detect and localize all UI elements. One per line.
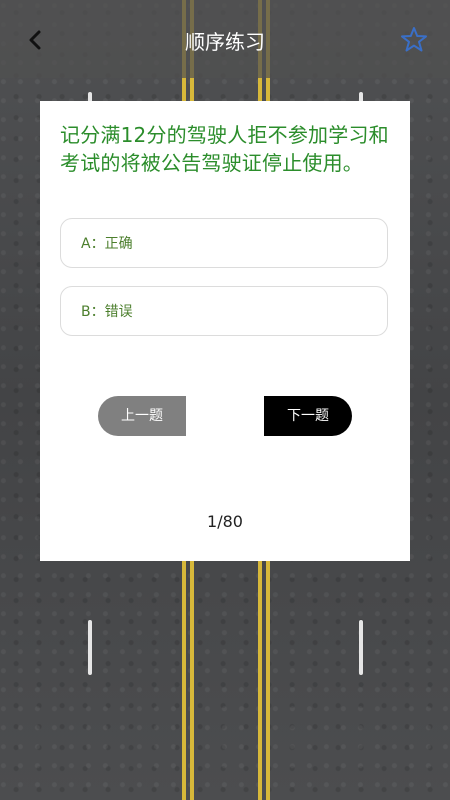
star-icon: [401, 27, 427, 52]
lane-marking: [88, 620, 92, 675]
question-card: 记分满12分的驾驶人拒不参加学习和考试的将被公告驾驶证停止使用。 A：正确 B：…: [40, 101, 410, 561]
option-b[interactable]: B：错误: [60, 286, 388, 336]
question-text: 记分满12分的驾驶人拒不参加学习和考试的将被公告驾驶证停止使用。: [60, 123, 389, 175]
option-a[interactable]: A：正确: [60, 218, 388, 268]
question-progress: 1/80: [207, 512, 243, 531]
page-title: 顺序练习: [185, 30, 265, 54]
option-label: A：正确: [81, 236, 133, 252]
top-bar: 顺序练习: [0, 0, 450, 78]
option-label: B：错误: [81, 304, 133, 320]
next-question-button[interactable]: 下一题: [264, 396, 352, 436]
lane-marking: [359, 620, 363, 675]
previous-question-button[interactable]: 上一题: [98, 396, 186, 436]
favorite-button[interactable]: [398, 24, 430, 56]
